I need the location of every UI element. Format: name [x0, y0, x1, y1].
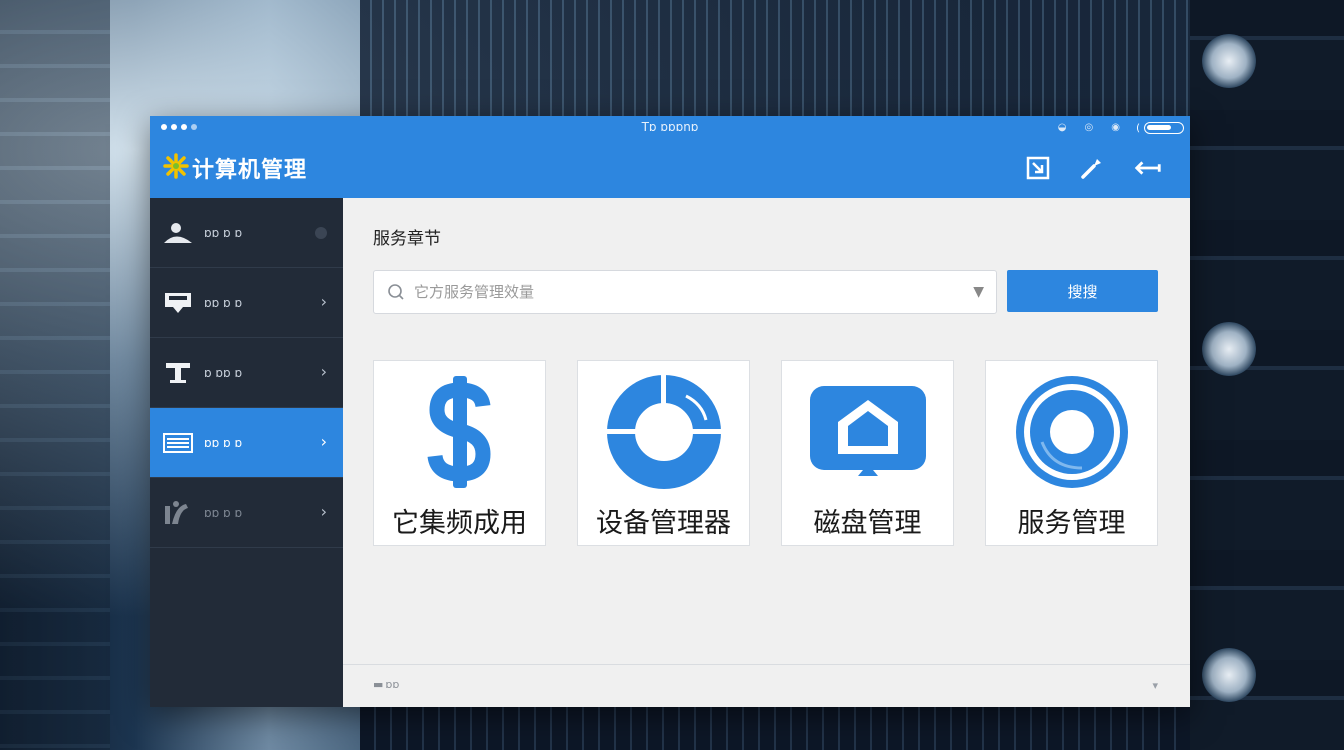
app-window: Tɒ ɒɒɒnɒ ◒ ◎ ◉ ( 计算机管理 ɒɒ ɒ ɒ ɒɒ ɒ ɒ › ɒ…	[150, 116, 1190, 707]
keyboard-icon	[162, 431, 194, 455]
sync-icon: ◎	[1084, 122, 1094, 133]
wifi-icon: ◒	[1057, 122, 1067, 133]
title-bar: Tɒ ɒɒɒnɒ ◒ ◎ ◉ ( 计算机管理	[150, 116, 1190, 198]
dollar-icon	[374, 373, 545, 491]
monitor-icon	[162, 291, 194, 315]
users-icon	[162, 221, 194, 245]
background-disc	[1202, 322, 1256, 376]
status-text: ɒɒ	[385, 678, 400, 691]
sidebar-item-label: ɒɒ ɒ ɒ	[204, 505, 243, 520]
background-disc	[1202, 34, 1256, 88]
section-title: 服务章节	[373, 229, 441, 249]
system-tray: ◒ ◎ ◉	[1058, 122, 1120, 133]
sidebar-item-label: ɒɒ ɒ ɒ	[204, 225, 243, 240]
ring-icon	[986, 373, 1157, 491]
background-rack-left	[0, 0, 110, 750]
notification-icon[interactable]: ▾	[1152, 679, 1158, 692]
card-label: 设备管理器	[596, 508, 731, 539]
card-disk-management[interactable]: 磁盘管理	[781, 360, 954, 546]
battery-bracket-icon: (	[1136, 122, 1140, 134]
status-dot-icon	[315, 227, 327, 239]
chart-icon	[162, 500, 194, 525]
card-service-management[interactable]: 服务管理	[985, 360, 1158, 546]
battery-indicator: (	[1136, 122, 1184, 134]
card-label: 磁盘管理	[813, 508, 922, 539]
background-rack-top	[360, 0, 1190, 116]
sidebar-item-label: ɒ ɒɒ ɒ	[204, 365, 243, 380]
sidebar-item-storage[interactable]: ɒɒ ɒ ɒ ›	[150, 408, 343, 478]
search-box[interactable]: ▼	[373, 270, 997, 314]
restore-button[interactable]	[1023, 154, 1053, 182]
card-performance[interactable]: 它集频成用	[373, 360, 546, 546]
chevron-right-icon: ›	[320, 432, 327, 451]
sidebar-item-services[interactable]: ɒɒ ɒ ɒ ›	[150, 478, 343, 548]
chevron-right-icon: ›	[320, 362, 327, 381]
wrench-icon	[1081, 159, 1101, 179]
sidebar-item-label: ɒɒ ɒ ɒ	[204, 435, 243, 450]
back-button[interactable]	[1133, 154, 1163, 182]
sidebar-item-overview[interactable]: ɒɒ ɒ ɒ	[150, 198, 343, 268]
search-input[interactable]	[414, 283, 934, 301]
dropdown-caret-icon[interactable]: ▼	[973, 284, 984, 300]
search-icon	[386, 282, 406, 302]
status-bar: ▬ ɒɒ ▾	[343, 664, 1190, 707]
main-content: 服务章节 ▼ 搜搜 它集频成用	[343, 198, 1190, 664]
app-title: 计算机管理	[192, 158, 308, 183]
card-label: 服务管理	[1017, 508, 1126, 539]
status-bar-left: ▬ ɒɒ	[373, 678, 399, 691]
background-rack-right	[1190, 0, 1344, 750]
settings-icon: ◉	[1111, 122, 1120, 133]
window-restore-icon	[1026, 156, 1050, 180]
battery-icon	[1144, 122, 1184, 134]
ring-segment-icon	[578, 373, 749, 491]
arrow-left-icon	[1134, 161, 1161, 175]
card-label: 它集频成用	[392, 508, 527, 539]
chevron-right-icon: ›	[320, 502, 327, 521]
app-logo-icon	[163, 153, 189, 179]
sidebar-item-devices[interactable]: ɒɒ ɒ ɒ ›	[150, 268, 343, 338]
status-icon: ▬	[373, 678, 384, 691]
card-device-manager[interactable]: 设备管理器	[577, 360, 750, 546]
background-rack-bottom	[360, 706, 1190, 750]
chevron-right-icon: ›	[320, 292, 327, 311]
background-disc	[1202, 648, 1256, 702]
house-shield-icon	[782, 373, 953, 491]
sidebar: ɒɒ ɒ ɒ ɒɒ ɒ ɒ › ɒ ɒɒ ɒ › ɒɒ ɒ ɒ › ɒɒ ɒ ɒ…	[150, 198, 343, 707]
sidebar-item-label: ɒɒ ɒ ɒ	[204, 295, 243, 310]
sidebar-item-tools[interactable]: ɒ ɒɒ ɒ ›	[150, 338, 343, 408]
tools-button[interactable]	[1077, 154, 1107, 182]
search-button[interactable]: 搜搜	[1007, 270, 1158, 312]
window-title: Tɒ ɒɒɒnɒ	[641, 120, 699, 134]
table-icon	[162, 361, 194, 385]
